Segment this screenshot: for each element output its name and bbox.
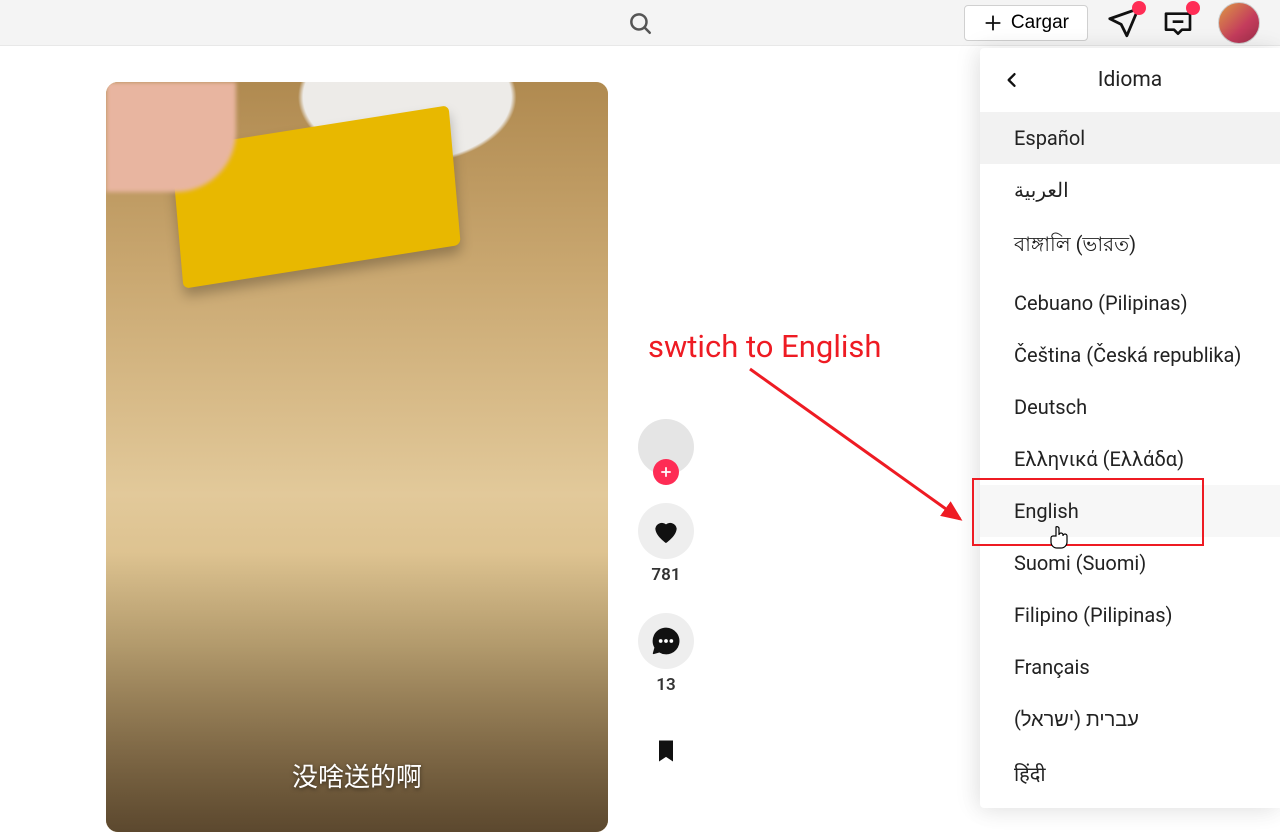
comment-count: 13 <box>656 675 675 695</box>
messages-icon[interactable] <box>1106 5 1142 41</box>
video-player[interactable]: 没啥送的啊 <box>106 82 608 832</box>
annotation-arrow-icon <box>740 359 980 539</box>
language-list: Español العربية বাঙ্গালি (ভারত) Cebuano … <box>980 112 1280 801</box>
language-item-bengali[interactable]: বাঙ্গালি (ভারত) <box>980 216 1280 277</box>
language-item-english[interactable]: English <box>980 485 1280 537</box>
comment-action: 13 <box>638 613 694 695</box>
search-icon[interactable] <box>618 1 662 45</box>
inbox-icon[interactable] <box>1160 5 1196 41</box>
upload-label: Cargar <box>1011 12 1069 34</box>
like-count: 781 <box>651 565 680 585</box>
dropdown-title: Idioma <box>980 68 1280 92</box>
language-item-hindi[interactable]: हिंदी <box>980 746 1280 801</box>
language-item-hebrew[interactable]: עברית (ישראל) <box>980 693 1280 746</box>
language-item-suomi[interactable]: Suomi (Suomi) <box>980 537 1280 589</box>
comment-button[interactable] <box>638 613 694 669</box>
plus-icon <box>983 13 1003 33</box>
like-action: 781 <box>638 503 694 585</box>
bookmark-button[interactable] <box>638 723 694 779</box>
header-right: Cargar <box>964 2 1260 44</box>
annotation-text: swtich to English <box>648 328 881 365</box>
language-item-espanol[interactable]: Español <box>980 112 1280 164</box>
bookmark-icon <box>652 737 680 765</box>
heart-icon <box>650 515 682 547</box>
language-dropdown: Idioma Español العربية বাঙ্গালি (ভারত) C… <box>980 48 1280 808</box>
video-caption: 没啥送的啊 <box>106 757 608 794</box>
upload-button[interactable]: Cargar <box>964 5 1088 41</box>
notification-badge <box>1132 1 1146 15</box>
video-actions: 781 13 <box>636 419 696 779</box>
main-content: 没啥送的啊 781 <box>0 46 1280 800</box>
top-header: Cargar <box>0 0 1280 46</box>
dropdown-header: Idioma <box>980 48 1280 112</box>
author-avatar[interactable] <box>638 419 694 475</box>
language-item-francais[interactable]: Français <box>980 641 1280 693</box>
language-item-filipino[interactable]: Filipino (Pilipinas) <box>980 589 1280 641</box>
language-item-deutsch[interactable]: Deutsch <box>980 381 1280 433</box>
comment-icon <box>650 625 682 657</box>
follow-button[interactable] <box>653 459 679 485</box>
like-button[interactable] <box>638 503 694 559</box>
bookmark-action <box>638 723 694 779</box>
language-item-greek[interactable]: Ελληνικά (Ελλάδα) <box>980 433 1280 485</box>
plus-icon <box>659 465 673 479</box>
profile-avatar[interactable] <box>1218 2 1260 44</box>
language-item-czech[interactable]: Čeština (Česká republika) <box>980 329 1280 381</box>
language-item-cebuano[interactable]: Cebuano (Pilipinas) <box>980 277 1280 329</box>
notification-badge <box>1186 1 1200 15</box>
language-item-arabic[interactable]: العربية <box>980 164 1280 216</box>
